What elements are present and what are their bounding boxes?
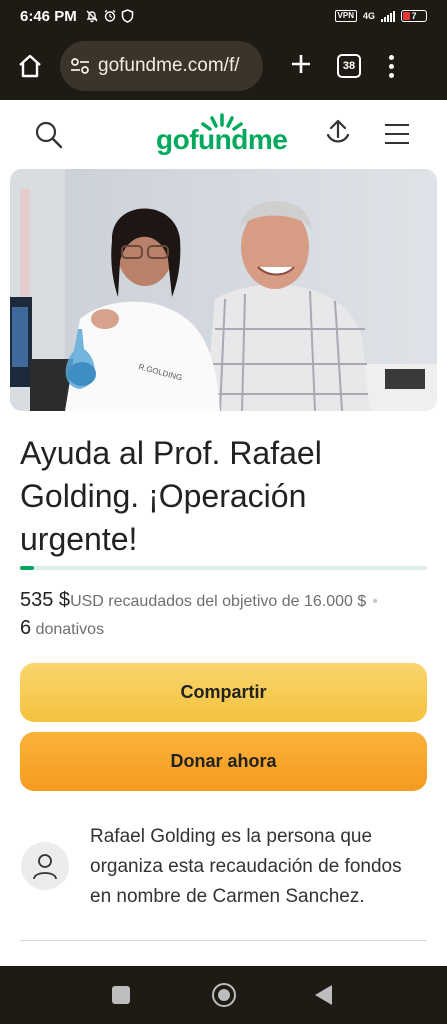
organizer-text: Rafael Golding es la persona que organiz… [90, 826, 402, 907]
status-notification-icons [85, 9, 134, 23]
plus-icon [292, 55, 310, 73]
vpn-badge: VPN [334, 10, 357, 22]
user-icon [33, 854, 57, 880]
raised-goal-text: recaudados del objetivo de 16.000 $ [103, 593, 367, 610]
campaign-photo[interactable]: R.GOLDING [10, 169, 437, 411]
battery-level: 7 [411, 11, 417, 21]
status-bar: 6:46 PM VPN 4G 7 [0, 0, 447, 32]
donate-button[interactable]: Donar ahora [20, 732, 427, 791]
gofundme-logo[interactable]: gofundme [156, 112, 290, 158]
header-share-button[interactable] [323, 118, 353, 155]
menu-button[interactable] [385, 124, 409, 144]
status-system-icons: VPN 4G 7 [334, 10, 427, 22]
site-settings-icon[interactable] [70, 56, 90, 76]
raised-summary: 535 $USD recaudados del objetivo de 16.0… [20, 587, 430, 643]
tab-count: 38 [342, 60, 356, 72]
donations-count: 6 [20, 617, 32, 639]
donations-label: donativos [31, 621, 105, 638]
more-vert-icon [389, 54, 394, 60]
tab-switcher-button[interactable]: 38 [337, 54, 361, 78]
menu-icon [385, 124, 409, 126]
shield-icon [121, 9, 133, 23]
recents-button[interactable] [112, 986, 130, 1004]
separator-dot: • [372, 593, 378, 610]
raised-currency: USD [70, 593, 104, 610]
browser-toolbar: gofundme.com/f/ 38 [0, 32, 447, 100]
new-tab-button[interactable] [287, 51, 315, 81]
site-header: gofundme [0, 100, 447, 166]
organizer-avatar [21, 842, 69, 890]
url-text: gofundme.com/f/ [98, 55, 240, 76]
home-icon [19, 54, 41, 78]
progress-bar [20, 566, 427, 570]
logo-text: gofundme [156, 124, 288, 155]
browser-menu-button[interactable] [389, 54, 394, 78]
bell-off-icon [86, 10, 98, 23]
status-time: 6:46 PM [20, 7, 77, 25]
network-type: 4G [362, 11, 375, 21]
home-nav-button[interactable] [212, 983, 236, 1007]
address-bar[interactable]: gofundme.com/f/ [60, 41, 263, 91]
home-button[interactable] [14, 50, 46, 82]
system-nav-bar [0, 966, 447, 1024]
campaign-title: Ayuda al Prof. Rafael Golding. ¡Operació… [20, 435, 322, 557]
divider [20, 940, 427, 941]
raised-amount: 535 $ [20, 589, 71, 611]
signal-icon [381, 10, 395, 22]
share-upload-icon [326, 119, 350, 143]
home-circle-icon [218, 989, 230, 1001]
search-button[interactable] [34, 120, 64, 155]
battery-icon: 7 [401, 10, 427, 22]
share-button[interactable]: Compartir [20, 663, 427, 722]
back-button[interactable] [315, 985, 332, 1005]
search-icon [35, 121, 63, 149]
campaign-photo-image: R.GOLDING [10, 169, 437, 411]
alarm-icon [104, 9, 116, 22]
progress-fill [20, 566, 34, 570]
